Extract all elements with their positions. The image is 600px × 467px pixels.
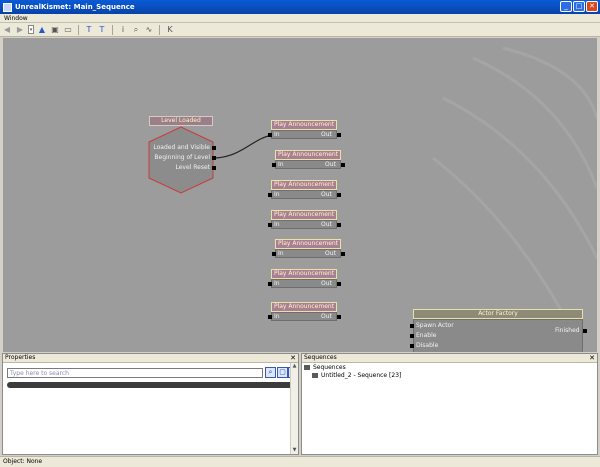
menu-bar: Window	[0, 14, 600, 23]
input-pin[interactable]	[410, 344, 414, 348]
object-search-icon[interactable]: ⅰ	[118, 25, 128, 35]
output-pin[interactable]	[212, 156, 216, 160]
output-pin[interactable]	[337, 133, 341, 137]
output-pin[interactable]	[212, 166, 216, 170]
clear-search-icon[interactable]: ▢	[277, 367, 288, 378]
scroll-up-icon[interactable]: ▲	[291, 363, 298, 370]
input-pin[interactable]	[410, 334, 414, 338]
output-pin[interactable]	[337, 223, 341, 227]
zoom-icon[interactable]: ⌕	[131, 25, 141, 35]
status-text: Object: None	[3, 458, 43, 465]
property-search-input[interactable]	[7, 368, 263, 378]
output-pin[interactable]	[212, 146, 216, 150]
event-output-label: Beginning of Level	[154, 154, 210, 161]
toolbar: ◀ ▶ ▾ ▲ ▣ ▭ T T ⅰ ⌕ ∿ K	[0, 23, 600, 37]
link-wire	[215, 134, 274, 159]
input-pin[interactable]	[268, 223, 272, 227]
input-pin[interactable]	[268, 193, 272, 197]
minimize-button[interactable]: _	[560, 1, 572, 12]
close-button[interactable]: ✕	[586, 1, 598, 12]
output-pin[interactable]	[341, 163, 345, 167]
input-pin[interactable]	[268, 315, 272, 319]
property-category-bar[interactable]	[7, 382, 294, 388]
properties-title: Properties	[5, 354, 36, 361]
scroll-down-icon[interactable]: ▼	[291, 447, 298, 454]
input-pin[interactable]	[272, 163, 276, 167]
properties-scrollbar[interactable]: ▲ ▼	[290, 363, 298, 454]
input-pin[interactable]	[410, 324, 414, 328]
output-pin[interactable]	[337, 193, 341, 197]
tree-item-root[interactable]: Sequences	[304, 364, 401, 372]
screenshot-icon[interactable]: ▭	[63, 25, 73, 35]
window-controls: _ □ ✕	[560, 1, 598, 12]
event-output-label: Level Reset	[175, 164, 210, 171]
event-level-loaded-title[interactable]: Level Loaded	[149, 116, 213, 126]
sequences-header: Sequences ✕	[302, 354, 597, 363]
status-bar: Object: None	[0, 456, 600, 467]
properties-close-icon[interactable]: ✕	[290, 354, 296, 362]
input-pin[interactable]	[268, 282, 272, 286]
input-pin[interactable]	[268, 133, 272, 137]
parent-sequence-icon[interactable]: ▲	[37, 25, 47, 35]
app-icon	[3, 2, 12, 12]
sequences-title: Sequences	[304, 354, 337, 361]
link-icon[interactable]: ∿	[144, 25, 154, 35]
maximize-button[interactable]: □	[573, 1, 585, 12]
sequence-tree: Sequences Untitled_2 - Sequence [23]	[304, 364, 401, 380]
folder-icon	[304, 365, 310, 370]
properties-header: Properties ✕	[3, 354, 298, 363]
show-all-text-icon[interactable]: T	[84, 25, 94, 35]
title-bar: UnrealKismet: Main_Sequence _ □ ✕	[0, 0, 600, 14]
kismet-canvas[interactable]: Level Loaded Loaded and Visible Beginnin…	[3, 38, 597, 352]
output-pin[interactable]	[337, 282, 341, 286]
open-sequence-icon[interactable]: ▣	[50, 25, 60, 35]
properties-panel: Properties ✕ ⌕ ▢ ⚙ ▲ ▼	[2, 353, 299, 455]
window-title: UnrealKismet: Main_Sequence	[15, 3, 135, 11]
forward-arrow-icon[interactable]: ▶	[15, 25, 25, 35]
back-arrow-icon[interactable]: ◀	[2, 25, 12, 35]
input-pin[interactable]	[272, 252, 276, 256]
sequences-close-icon[interactable]: ✕	[589, 354, 595, 362]
event-output-label: Loaded and Visible	[153, 144, 210, 151]
hide-text-icon[interactable]: T	[97, 25, 107, 35]
output-pin[interactable]	[337, 315, 341, 319]
kismet-k-icon[interactable]: K	[165, 25, 175, 35]
output-pin[interactable]	[583, 329, 587, 333]
sequence-icon	[312, 373, 318, 378]
sequences-panel: Sequences ✕ Sequences Untitled_2 - Seque…	[301, 353, 598, 455]
search-icon[interactable]: ⌕	[265, 367, 276, 378]
history-dropdown-icon[interactable]: ▾	[28, 25, 34, 34]
menu-window[interactable]: Window	[4, 15, 28, 22]
tree-item-child[interactable]: Untitled_2 - Sequence [23]	[304, 372, 401, 380]
output-pin[interactable]	[341, 252, 345, 256]
